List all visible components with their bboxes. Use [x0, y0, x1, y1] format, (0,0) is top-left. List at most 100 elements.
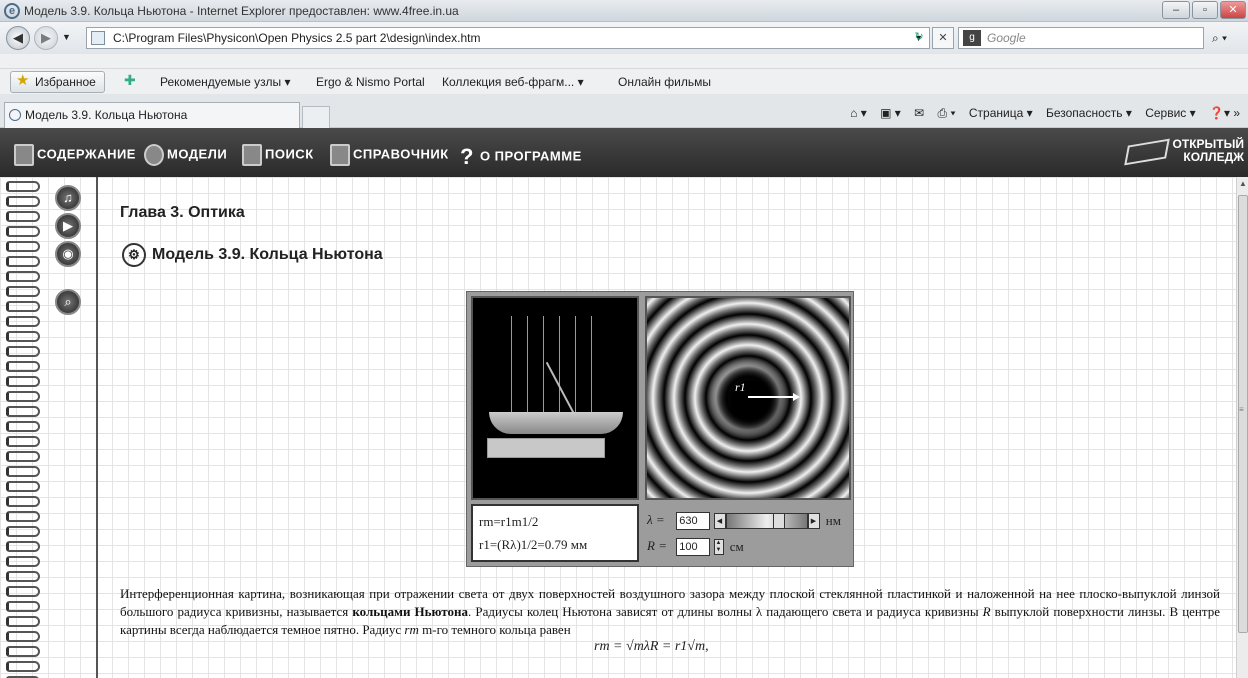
spiral-coil	[6, 331, 40, 342]
radius-arrow	[748, 393, 800, 401]
command-bar: ⌂ ▾ ▣ ▾ ✉ ⎙ ▾ Страница ▾ Безопасность ▾ …	[840, 106, 1240, 121]
new-tab-button[interactable]	[302, 106, 330, 128]
minimize-button[interactable]: –	[1162, 1, 1190, 19]
formula-line2: r1=(Rλ)1/2=0.79 мм	[479, 537, 588, 552]
address-bar[interactable]: C:\Program Files\Physicon\Open Physics 2…	[86, 27, 930, 49]
fav-link-recommended[interactable]: Рекомендуемые узлы ▾	[160, 75, 291, 89]
lambda-input[interactable]: 630	[676, 512, 711, 531]
favorites-button[interactable]: ★ Избранное	[10, 71, 105, 93]
para-part2: . Радиусы колец Ньютона зависят от длины…	[468, 604, 983, 619]
stop-icon[interactable]: ✕	[932, 27, 954, 49]
para-bold: кольцами Ньютона	[352, 604, 469, 619]
fav-link-collection[interactable]: Коллекция веб-фрагм... ▾	[442, 75, 584, 89]
spiral-coil	[6, 406, 40, 417]
help-icon[interactable]: ❓▾ »	[1209, 106, 1240, 120]
description-paragraph: Интерференционная картина, возникающая п…	[120, 585, 1220, 639]
music-icon[interactable]: ♫	[55, 185, 81, 211]
eye-icon[interactable]: ◉	[55, 241, 81, 267]
spiral-coil	[6, 196, 40, 207]
address-toolbar: ◀ ▶ ▼ C:\Program Files\Physicon\Open Phy…	[0, 22, 1248, 54]
search-icon[interactable]: ⌕ ▾	[1212, 31, 1227, 46]
tools-menu[interactable]: Сервис ▾	[1145, 106, 1195, 120]
window-title: Модель 3.9. Кольца Ньютона - Internet Ex…	[24, 4, 459, 18]
side-icon-column: ♫ ▶ ◉ ⌕	[48, 177, 98, 678]
print-icon[interactable]: ⎙ ▾	[938, 106, 956, 120]
spiral-coil	[6, 391, 40, 402]
security-menu[interactable]: Безопасность ▾	[1046, 106, 1132, 120]
refresh-icon[interactable]: ↻	[908, 27, 930, 49]
scroll-thumb[interactable]	[1238, 195, 1248, 633]
address-url: C:\Program Files\Physicon\Open Physics 2…	[113, 31, 481, 45]
spiral-coil	[6, 241, 40, 252]
slider-right-icon[interactable]: ▶	[807, 513, 820, 530]
spiral-coil	[6, 481, 40, 492]
spiral-coil	[6, 616, 40, 627]
slider-left-icon[interactable]: ◀	[713, 513, 726, 530]
spiral-coil	[6, 301, 40, 312]
radius-label: r1	[735, 380, 746, 394]
light-ray	[591, 316, 592, 420]
search-doc-icon	[242, 144, 262, 166]
scroll-up-icon[interactable]: ▲	[1239, 179, 1247, 188]
spiral-coil	[6, 271, 40, 282]
question-icon: ?	[460, 144, 474, 169]
para-R: R	[982, 604, 991, 619]
R-spinner-icon[interactable]: ▲ ▼	[713, 539, 724, 556]
light-ray	[543, 316, 544, 420]
spiral-coil	[6, 181, 40, 192]
nav-contents[interactable]: СОДЕРЖАНИЕ	[14, 144, 136, 166]
vertical-scrollbar[interactable]: ▲ ≡	[1236, 177, 1248, 678]
spiral-coil	[6, 421, 40, 432]
window-titlebar: e Модель 3.9. Кольца Ньютона - Internet …	[0, 0, 1248, 22]
nav-contents-label: СОДЕРЖАНИЕ	[37, 146, 136, 162]
nav-models[interactable]: МОДЕЛИ	[144, 144, 227, 166]
lambda-slider[interactable]	[725, 513, 808, 530]
lambda-unit: нм	[825, 513, 841, 529]
search-input[interactable]: g Google	[958, 27, 1204, 49]
brand-line2: КОЛЛЕДЖ	[1183, 150, 1244, 164]
light-ray	[575, 316, 576, 420]
ring-pattern-view: r1	[645, 296, 851, 500]
scroll-grip-icon: ≡	[1239, 405, 1244, 414]
close-button[interactable]: ✕	[1220, 1, 1246, 19]
R-label: R =	[647, 538, 667, 553]
spiral-coil	[6, 601, 40, 612]
spiral-coil	[6, 346, 40, 357]
magnifier-icon[interactable]: ⌕	[55, 289, 81, 315]
spiral-coil	[6, 466, 40, 477]
nav-reference[interactable]: СПРАВОЧНИК	[330, 144, 449, 166]
R-input[interactable]: 100	[676, 538, 711, 557]
spiral-coil	[6, 316, 40, 327]
notebook-spiral	[0, 177, 46, 678]
spiral-coil	[6, 526, 40, 537]
slider-thumb[interactable]	[772, 513, 785, 530]
forward-button[interactable]: ▶	[34, 26, 58, 50]
mail-icon[interactable]: ✉	[914, 106, 924, 120]
page-content: ♫ ▶ ◉ ⌕ Глава 3. Оптика ⚙ Модель 3.9. Кол…	[0, 177, 1236, 678]
tab-active[interactable]: Модель 3.9. Кольца Ньютона	[4, 102, 300, 128]
spiral-coil	[6, 436, 40, 447]
spiral-coil	[6, 361, 40, 372]
plano-convex-lens	[489, 412, 623, 434]
feeds-icon[interactable]: ▣ ▾	[880, 106, 901, 120]
spiral-coil	[6, 541, 40, 552]
open-college-logo[interactable]: ОТКРЫТЫЙ КОЛЛЕДЖ	[1123, 138, 1244, 166]
spiral-coil	[6, 211, 40, 222]
home-icon[interactable]: ⌂ ▾	[850, 106, 867, 120]
back-button[interactable]: ◀	[6, 26, 30, 50]
page-menu[interactable]: Страница ▾	[969, 106, 1033, 120]
maximize-button[interactable]: ▫	[1192, 1, 1218, 19]
tab-ie-icon	[9, 109, 21, 121]
lambda-label: λ =	[647, 512, 665, 527]
toolbar-spacer	[0, 54, 1248, 68]
favorites-bar: ★ Избранное ✚ Рекомендуемые узлы ▾ Ergo &…	[0, 68, 1248, 94]
history-dropdown-icon[interactable]: ▼	[62, 32, 71, 42]
fav-link-movies[interactable]: Онлайн фильмы	[618, 75, 711, 89]
play-icon[interactable]: ▶	[55, 213, 81, 239]
fav-link-ergo[interactable]: Ergo & Nismo Portal	[316, 75, 425, 89]
add-favorite-icon[interactable]: ✚	[124, 72, 136, 89]
nav-about[interactable]: ? О ПРОГРАММЕ	[460, 144, 582, 170]
nav-search[interactable]: ПОИСК	[242, 144, 314, 166]
tab-label: Модель 3.9. Кольца Ньютона	[25, 108, 188, 122]
gears-icon	[144, 144, 164, 166]
